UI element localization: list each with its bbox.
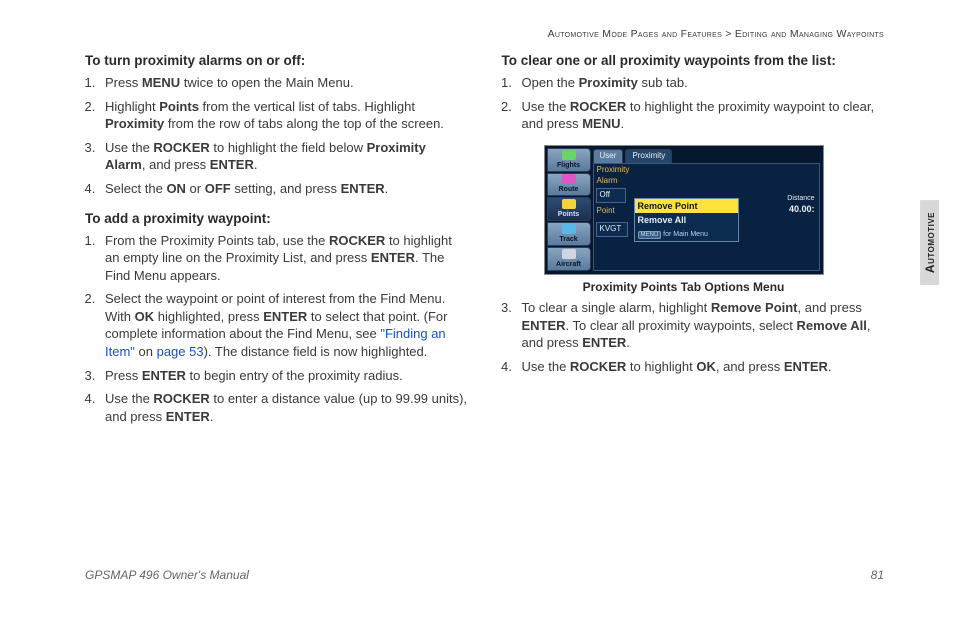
list-item: Use the ROCKER to enter a distance value… [99,390,468,425]
list-item: Select the waypoint or point of interest… [99,290,468,360]
ss-top-tabs: UserProximity [593,149,820,164]
ss-side-tab: Points [547,197,591,221]
ss-side-tab: Route [547,173,591,197]
bold-term: ROCKER [570,99,626,114]
ss-top-tab: User [593,149,624,164]
ss-tab-icon [562,150,576,160]
ss-alarm-label: Proximity Alarm [597,165,639,187]
ss-tab-icon [562,249,576,259]
heading-proximity-alarms: To turn proximity alarms on or off: [85,52,468,70]
ss-sidebar: FlightsRoutePointsTrackAircraft [547,148,591,272]
ss-menu-remove-all: Remove All [635,213,738,227]
bold-term: ON [166,181,186,196]
bold-term: OK [135,309,155,324]
footer-manual-title: GPSMAP 496 Owner's Manual [85,568,249,582]
ss-tab-icon [562,199,576,209]
bold-term: Proximity [579,75,638,90]
breadcrumb: Automotive Mode Pages and Features > Edi… [85,28,884,40]
bold-term: MENU [582,116,620,131]
list-item: Use the ROCKER to highlight the field be… [99,139,468,174]
list-item: Select the ON or OFF setting, and press … [99,180,468,198]
bold-term: Points [159,99,199,114]
ss-tab-icon [562,224,576,234]
breadcrumb-page: Editing and Managing Waypoints [735,28,884,40]
bold-term: ENTER [522,318,566,333]
list-clear-waypoints-b: To clear a single alarm, highlight Remov… [516,299,885,375]
heading-add-waypoint: To add a proximity waypoint: [85,210,468,228]
figure: FlightsRoutePointsTrackAircraft UserProx… [544,145,824,295]
bold-term: Remove Point [711,300,798,315]
ss-distance: Distance 40.00: [787,194,814,216]
ss-side-tab: Track [547,222,591,246]
list-item: From the Proximity Points tab, use the R… [99,232,468,285]
bold-term: ENTER [166,409,210,424]
device-screenshot: FlightsRoutePointsTrackAircraft UserProx… [544,145,824,275]
list-proximity-alarms: Press MENU twice to open the Main Menu. H… [99,74,468,197]
heading-clear-waypoints: To clear one or all proximity waypoints … [502,52,885,70]
bold-term: ENTER [142,368,186,383]
list-item: To clear a single alarm, highlight Remov… [516,299,885,352]
ss-tab-icon [562,174,576,184]
bold-term: OFF [205,181,231,196]
ss-side-tab: Aircraft [547,247,591,271]
list-item: Press ENTER to begin entry of the proxim… [99,367,468,385]
cross-ref-link[interactable]: page 53 [157,344,204,359]
bold-term: ENTER [371,250,415,265]
bold-term: ENTER [341,181,385,196]
bold-term: ENTER [210,157,254,172]
list-add-waypoint: From the Proximity Points tab, use the R… [99,232,468,425]
bold-term: OK [696,359,716,374]
ss-side-tab: Flights [547,148,591,172]
bold-term: Remove All [797,318,867,333]
ss-point-value: KVGT [596,222,628,237]
left-column: To turn proximity alarms on or off: Pres… [85,46,468,437]
list-item: Highlight Points from the vertical list … [99,98,468,133]
ss-body: Proximity Alarm Off Point KVGT Distance … [593,163,820,271]
content-columns: To turn proximity alarms on or off: Pres… [85,46,884,437]
list-item: Use the ROCKER to highlight the proximit… [516,98,885,133]
bold-term: ROCKER [153,140,209,155]
section-side-tab: Automotive [920,200,939,285]
list-item: Open the Proximity sub tab. [516,74,885,92]
figure-caption: Proximity Points Tab Options Menu [544,279,824,295]
list-item: Use the ROCKER to highlight OK, and pres… [516,358,885,376]
footer-page-number: 81 [871,568,884,582]
list-item: Press MENU twice to open the Main Menu. [99,74,468,92]
ss-top-tab: Proximity [625,149,672,164]
breadcrumb-section: Automotive Mode Pages and Features [548,28,722,40]
right-column: To clear one or all proximity waypoints … [502,46,885,437]
bold-term: ENTER [263,309,307,324]
bold-term: Proximity [105,116,164,131]
ss-point-label: Point [597,206,639,217]
bold-term: ROCKER [570,359,626,374]
ss-alarm-value: Off [596,188,626,203]
page-footer: GPSMAP 496 Owner's Manual 81 [85,568,884,582]
bold-term: MENU [142,75,180,90]
ss-menu-footer: MENU for Main Menu [635,227,738,240]
list-clear-waypoints-a: Open the Proximity sub tab. Use the ROCKE… [516,74,885,133]
bold-term: ROCKER [153,391,209,406]
ss-menu-remove-point: Remove Point [635,199,738,213]
bold-term: ENTER [582,335,626,350]
bold-term: ROCKER [329,233,385,248]
ss-popup-menu: Remove Point Remove All MENU for Main Me… [634,198,739,242]
bold-term: ENTER [784,359,828,374]
